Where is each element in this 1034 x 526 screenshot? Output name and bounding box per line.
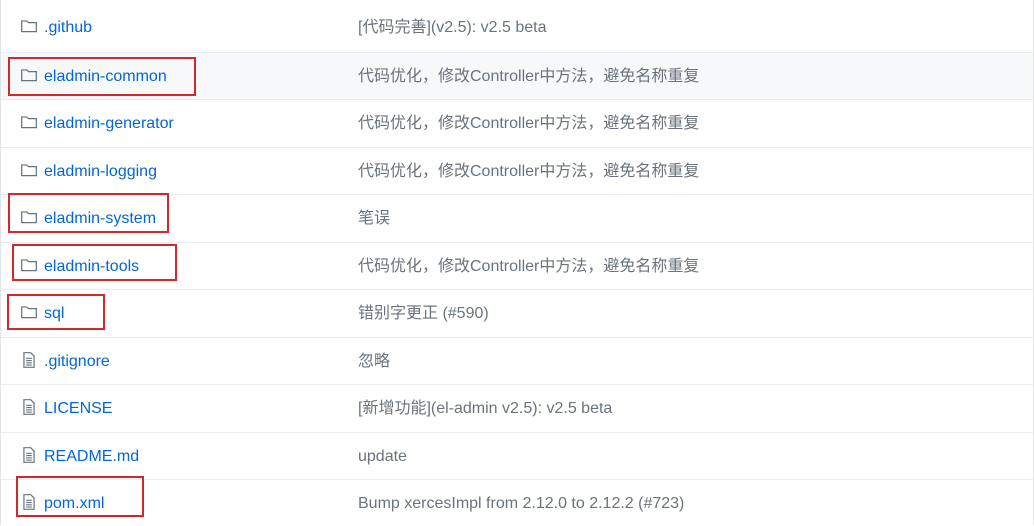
file-text-icon <box>23 352 35 368</box>
commit-message-link[interactable]: 错别字更正 (#590) <box>358 304 489 324</box>
file-name-link[interactable]: eladmin-system <box>44 209 156 229</box>
file-row[interactable]: eladmin-logging 代码优化，修改Controller中方法，避免名… <box>1 147 1033 194</box>
file-name-link[interactable]: eladmin-common <box>44 67 167 87</box>
file-text-icon <box>23 447 35 463</box>
commit-message-link[interactable]: 代码优化，修改Controller中方法，避免名称重复 <box>358 257 699 277</box>
file-name-link[interactable]: eladmin-generator <box>44 114 174 134</box>
file-name-link[interactable]: eladmin-logging <box>44 162 157 182</box>
file-row[interactable]: README.md update <box>1 432 1033 479</box>
file-text-icon <box>23 399 35 415</box>
folder-icon <box>21 211 37 224</box>
commit-message-link[interactable]: 代码优化，修改Controller中方法，避免名称重复 <box>358 114 699 134</box>
file-row[interactable]: .github [代码完善](v2.5): v2.5 beta <box>1 4 1033 51</box>
file-row[interactable]: eladmin-generator 代码优化，修改Controller中方法，避… <box>1 99 1033 146</box>
file-name-link[interactable]: README.md <box>44 447 139 467</box>
commit-message-link[interactable]: Bump xercesImpl from 2.12.0 to 2.12.2 (#… <box>358 494 684 514</box>
file-row[interactable]: eladmin-system 笔误 <box>1 194 1033 241</box>
commit-message-link[interactable]: 忽略 <box>358 352 390 372</box>
commit-message-link[interactable]: 代码优化，修改Controller中方法，避免名称重复 <box>358 67 699 87</box>
folder-icon <box>21 306 37 319</box>
file-row[interactable]: eladmin-common 代码优化，修改Controller中方法，避免名称… <box>1 52 1033 99</box>
file-name-link[interactable]: .github <box>44 18 92 38</box>
file-name-link[interactable]: LICENSE <box>44 399 112 419</box>
file-name-link[interactable]: sql <box>44 304 64 324</box>
file-name-link[interactable]: eladmin-tools <box>44 257 139 277</box>
file-text-icon <box>23 494 35 510</box>
file-list: .github [代码完善](v2.5): v2.5 beta eladmin-… <box>0 0 1034 525</box>
commit-message-link[interactable]: update <box>358 447 407 467</box>
folder-icon <box>21 69 37 82</box>
file-name-link[interactable]: .gitignore <box>44 352 110 372</box>
file-row[interactable]: eladmin-tools 代码优化，修改Controller中方法，避免名称重… <box>1 242 1033 289</box>
file-row[interactable]: sql 错别字更正 (#590) <box>1 289 1033 336</box>
file-row[interactable]: .gitignore 忽略 <box>1 337 1033 384</box>
folder-icon <box>21 164 37 177</box>
file-name-link[interactable]: pom.xml <box>44 494 104 514</box>
commit-message-link[interactable]: 代码优化，修改Controller中方法，避免名称重复 <box>358 162 699 182</box>
commit-message-link[interactable]: [代码完善](v2.5): v2.5 beta <box>358 18 547 38</box>
folder-icon <box>21 259 37 272</box>
file-row[interactable]: pom.xml Bump xercesImpl from 2.12.0 to 2… <box>1 479 1033 526</box>
file-row[interactable]: LICENSE [新增功能](el-admin v2.5): v2.5 beta <box>1 384 1033 431</box>
commit-message-link[interactable]: 笔误 <box>358 209 390 229</box>
folder-icon <box>21 20 37 33</box>
commit-message-link[interactable]: [新增功能](el-admin v2.5): v2.5 beta <box>358 399 612 419</box>
folder-icon <box>21 116 37 129</box>
